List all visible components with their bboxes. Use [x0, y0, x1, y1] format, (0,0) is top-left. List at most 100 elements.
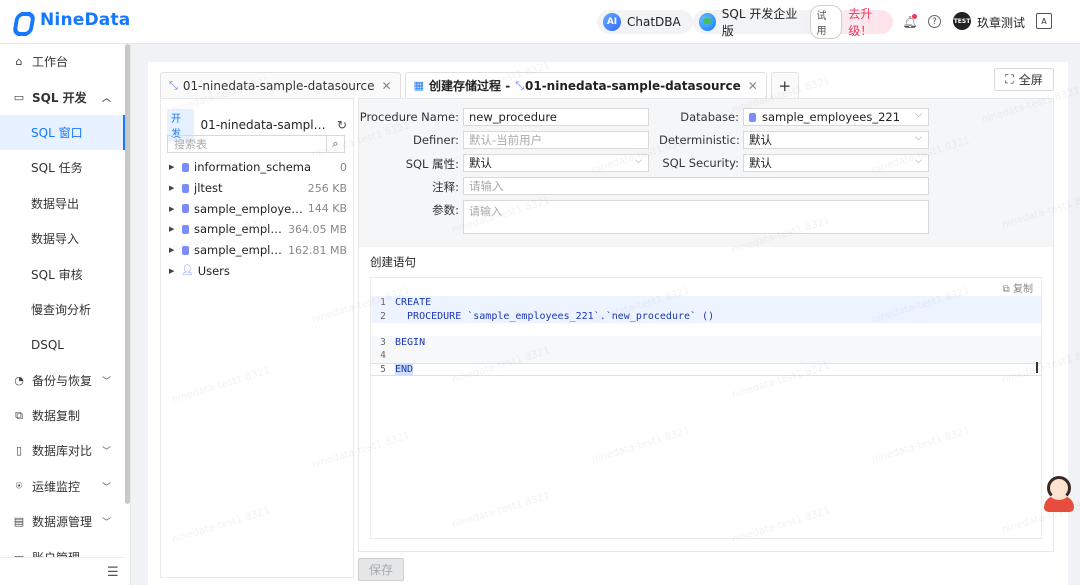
- search-icon[interactable]: ⌕: [326, 136, 344, 152]
- database-icon: [182, 224, 189, 234]
- datasource-icon: ⤡: [515, 78, 524, 92]
- close-icon[interactable]: ✕: [748, 79, 758, 93]
- sql-attr-value: 默认: [469, 156, 492, 170]
- ninedata-logo-icon: [14, 10, 34, 30]
- sidebar-item-0[interactable]: ⌂ 工作台: [0, 44, 125, 79]
- sql-dev-icon: ▭: [13, 90, 25, 104]
- database-icon: [182, 162, 189, 172]
- chevron-down-icon: ﹀: [101, 518, 111, 529]
- home-icon: ⌂: [15, 55, 23, 69]
- tree-item-size: 256 KB: [307, 181, 347, 195]
- tree-item[interactable]: ▶ sample_employees_222364.05 MB: [169, 219, 347, 240]
- line-number: 4: [380, 350, 386, 362]
- refresh-icon[interactable]: ↻: [337, 118, 347, 132]
- deterministic-select[interactable]: 默认 ⌵: [743, 131, 929, 149]
- brand-logo[interactable]: NineData: [14, 10, 130, 30]
- trial-badge: 试用: [809, 5, 843, 39]
- sidebar-item-4[interactable]: 数据导出: [0, 186, 125, 221]
- sidebar-item-label: DSQL: [31, 337, 64, 352]
- chatdba-button[interactable]: AI ChatDBA: [597, 10, 693, 34]
- brand-name: NineData: [40, 10, 131, 30]
- tree-item-size: 364.05 MB: [287, 222, 347, 236]
- chevron-down-icon: ⌵: [915, 133, 922, 143]
- user-name[interactable]: 玖章测试: [977, 14, 1025, 31]
- procedure-editor-panel: Procedure Name: new_procedure Database: …: [358, 98, 1054, 552]
- copy-button[interactable]: ⧉ 复制: [1003, 280, 1033, 295]
- fullscreen-button[interactable]: ⛶ 全屏: [994, 68, 1054, 91]
- edition-banner[interactable]: SQL 开发企业版 试用 去升级！: [693, 5, 893, 39]
- sidebar-item-1[interactable]: ▭ SQL 开发 ︿: [0, 79, 125, 114]
- sidebar-item-9[interactable]: ◔ 备份与恢复 ﹀: [0, 363, 125, 398]
- help-icon[interactable]: ?: [928, 15, 941, 28]
- save-button[interactable]: 保存: [358, 558, 404, 581]
- upgrade-link[interactable]: 去升级！: [848, 5, 893, 39]
- chevron-down-icon: ﹀: [101, 376, 111, 387]
- text-cursor: [1036, 362, 1038, 373]
- code-text: CREATE: [395, 297, 432, 309]
- tree-item-name: sample_employees_221: [194, 201, 304, 216]
- caret-right-icon[interactable]: ▶: [169, 225, 179, 233]
- database-select[interactable]: sample_employees_221 ⌵: [743, 108, 929, 126]
- sql-attr-select[interactable]: 默认 ⌵: [463, 154, 649, 172]
- sidebar-item-5[interactable]: 数据导入: [0, 221, 125, 256]
- caret-right-icon[interactable]: ▶: [169, 205, 179, 213]
- assistant-avatar[interactable]: [1043, 476, 1075, 512]
- line-number: 1: [380, 297, 386, 309]
- sidebar-item-11[interactable]: ▯ 数据库对比 ﹀: [0, 433, 125, 468]
- procedure-name-input[interactable]: new_procedure: [463, 108, 649, 126]
- chevron-down-icon: ﹀: [101, 447, 111, 458]
- params-textarea[interactable]: 请输入: [463, 200, 929, 234]
- user-avatar[interactable]: TEST: [953, 12, 971, 30]
- create-statement-label: 创建语句: [370, 255, 416, 269]
- add-tab-button[interactable]: +: [770, 72, 799, 98]
- caret-right-icon[interactable]: ▶: [169, 163, 179, 171]
- replication-icon: ⧉: [15, 408, 23, 422]
- sidebar-item-label: SQL 任务: [31, 161, 83, 176]
- sidebar-item-label: 工作台: [32, 55, 69, 70]
- tree-item-size: 0: [340, 160, 347, 174]
- chevron-down-icon: ⌵: [915, 110, 922, 120]
- tab-datasource[interactable]: ⤡ 01-ninedata-sample-datasource ✕: [160, 72, 401, 98]
- definer-input[interactable]: 默认-当前用户: [463, 131, 649, 149]
- language-icon[interactable]: A: [1036, 13, 1052, 29]
- tree-item[interactable]: ▶ jltest 256 KB: [169, 178, 347, 199]
- chevron-down-icon: ⌵: [915, 156, 922, 166]
- datasource-name[interactable]: 01-ninedata-sample-datasource: [200, 118, 330, 132]
- code-line: 5 END: [371, 362, 1041, 376]
- sidebar-scrollbar[interactable]: [125, 44, 130, 504]
- sidebar-item-label: SQL 审核: [31, 267, 83, 282]
- sidebar-item-7[interactable]: 慢查询分析: [0, 292, 125, 327]
- sidebar-item-label: 数据导出: [31, 196, 80, 211]
- sidebar-item-label: SQL 窗口: [31, 125, 83, 140]
- caret-right-icon[interactable]: ▶: [169, 246, 179, 254]
- tab-label: 01-ninedata-sample-datasource: [525, 78, 741, 93]
- sidebar-item-12[interactable]: ⍟ 运维监控 ﹀: [0, 469, 125, 504]
- sidebar-item-6[interactable]: SQL 审核: [0, 256, 125, 291]
- bell-icon[interactable]: 🔔︎: [902, 14, 918, 30]
- tab-create-procedure[interactable]: ▦ 创建存储过程 - ⤡ 01-ninedata-sample-datasour…: [404, 72, 767, 98]
- caret-right-icon[interactable]: ▶: [169, 184, 179, 192]
- sidebar-item-10[interactable]: ⧉ 数据复制: [0, 398, 125, 433]
- caret-right-icon[interactable]: ▶: [169, 267, 179, 275]
- tree-item[interactable]: ▶ sample_employees_223162.81 MB: [169, 240, 347, 261]
- menu-collapse-icon[interactable]: ☰: [107, 565, 119, 580]
- comment-input[interactable]: 请输入: [463, 177, 929, 195]
- sidebar-item-8[interactable]: DSQL: [0, 327, 125, 362]
- user-icon: 👤︎: [181, 265, 194, 277]
- close-icon[interactable]: ✕: [382, 79, 392, 93]
- sql-code-editor[interactable]: ⧉ 复制 1 CREATE 2 PROCEDURE `sample_employee…: [370, 277, 1042, 539]
- sidebar-item-3[interactable]: SQL 任务: [0, 150, 125, 185]
- tree-item[interactable]: ▶ information_schema 0: [169, 157, 347, 178]
- database-label: Database:: [680, 110, 739, 124]
- table-search: ⌕: [167, 135, 345, 153]
- sidebar-item-2[interactable]: SQL 窗口: [0, 114, 126, 151]
- database-value: sample_employees_221: [762, 110, 901, 124]
- sidebar-item-13[interactable]: ▤ 数据源管理 ﹀: [0, 504, 125, 539]
- tree-item[interactable]: ▶ 👤︎ Users: [169, 260, 347, 281]
- deterministic-value: 默认: [749, 133, 772, 147]
- tab-label: 01-ninedata-sample-datasource: [182, 78, 375, 93]
- sidebar-item-label: 运维监控: [32, 479, 81, 494]
- table-search-input[interactable]: [168, 136, 326, 152]
- sql-security-select[interactable]: 默认 ⌵: [743, 154, 929, 172]
- tree-item[interactable]: ▶ sample_employees_221144 KB: [169, 198, 347, 219]
